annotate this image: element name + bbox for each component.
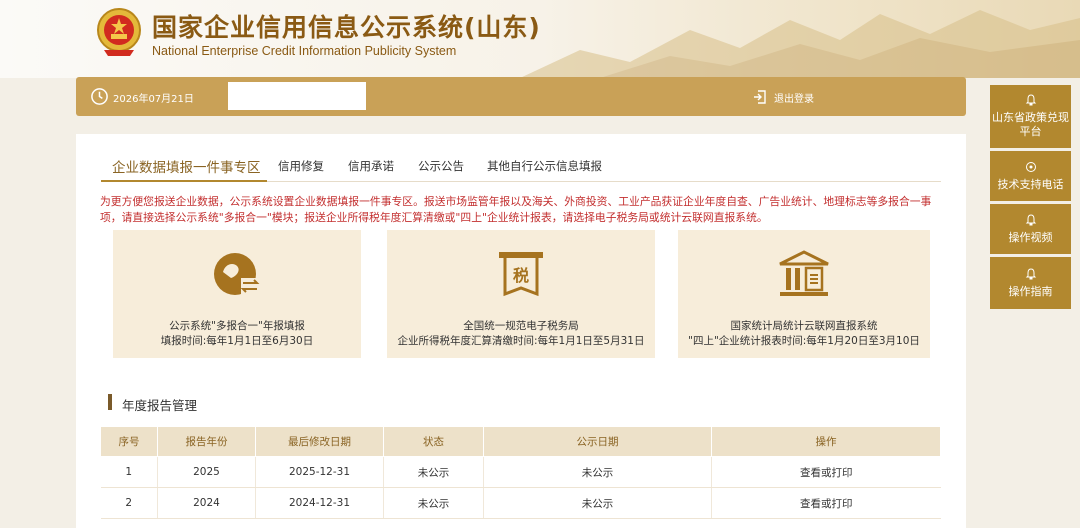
logout-button[interactable]: 退出登录	[752, 87, 814, 107]
annual-report-table: 序号 报告年份 最后修改日期 状态 公示日期 操作 1 2025 2025-12…	[100, 426, 941, 519]
bell-icon	[1025, 213, 1036, 225]
column-header: 状态	[383, 426, 484, 457]
publicity-date: 未公示	[483, 487, 712, 519]
publicity-date: 未公示	[483, 456, 712, 488]
card-statistics-system[interactable]: 国家统计局统计云联网直报系统 "四上"企业统计报表时间:每年1月20日至3月10…	[678, 230, 930, 358]
logout-icon	[754, 90, 766, 104]
tab-data-filing[interactable]: 企业数据填报一件事专区	[112, 156, 261, 176]
active-tab-indicator	[101, 180, 267, 182]
sidebar-item-video[interactable]: 操作视频	[990, 204, 1071, 254]
sidebar-item-support-phone[interactable]: 技术支持电话	[990, 151, 1071, 201]
building-icon	[779, 250, 829, 296]
user-info-box	[228, 82, 366, 110]
table-row: 1 2025 2025-12-31 未公示 未公示 查看或打印	[100, 456, 941, 488]
report-status: 未公示	[383, 456, 484, 488]
top-toolbar: 2026年07月21日 退出登录	[76, 77, 966, 116]
sidebar-item-label: 技术支持电话	[997, 177, 1064, 191]
table-header-row: 序号 报告年份 最后修改日期 状态 公示日期 操作	[100, 426, 941, 457]
tax-icon: 税	[499, 252, 543, 297]
sidebar-item-policy[interactable]: 山东省政策兑现平台	[990, 85, 1071, 148]
card-title: 国家统计局统计云联网直报系统	[730, 320, 878, 332]
view-print-link[interactable]: 查看或打印	[711, 456, 941, 488]
column-header: 序号	[100, 426, 158, 457]
row-index: 2	[100, 487, 158, 519]
tab-credit-repair[interactable]: 信用修复	[278, 158, 324, 174]
last-modified-date: 2024-12-31	[255, 487, 384, 519]
main-panel: 企业数据填报一件事专区 信用修复 信用承诺 公示公告 其他自行公示信息填报 为更…	[76, 134, 966, 528]
notice-text: 为更方便您报送企业数据，公示系统设置企业数据填报一件事专区。报送市场监管年报以及…	[100, 195, 932, 224]
column-header: 最后修改日期	[255, 426, 384, 457]
bell-icon	[1025, 267, 1036, 279]
clock-icon	[91, 88, 108, 105]
site-title: 国家企业信用信息公示系统(山东)	[152, 13, 541, 42]
exchange-icon	[214, 253, 261, 295]
section-title: 年度报告管理	[122, 398, 198, 413]
sidebar-item-guide[interactable]: 操作指南	[990, 257, 1071, 309]
logout-label: 退出登录	[774, 93, 814, 105]
current-date: 2026年07月21日	[113, 94, 194, 105]
column-header: 公示日期	[483, 426, 712, 457]
card-title: 全国统一规范电子税务局	[463, 320, 579, 332]
sidebar-item-label: 操作视频	[1008, 230, 1053, 244]
card-title: 公示系统"多报合一"年报填报	[169, 320, 305, 332]
card-time: 填报时间:每年1月1日至6月30日	[160, 335, 314, 347]
tax-icon-text: 税	[513, 266, 529, 285]
view-print-link[interactable]: 查看或打印	[711, 487, 941, 519]
card-time: 企业所得税年度汇算清缴时间:每年1月1日至5月31日	[397, 335, 645, 347]
last-modified-date: 2025-12-31	[255, 456, 384, 488]
sidebar-item-label: 操作指南	[1008, 284, 1053, 298]
column-header: 操作	[711, 426, 941, 457]
card-time: "四上"企业统计报表时间:每年1月20日至3月10日	[688, 335, 920, 347]
site-subtitle: National Enterprise Credit Information P…	[152, 44, 457, 58]
national-emblem-icon	[97, 8, 141, 56]
card-e-tax-bureau[interactable]: 税 全国统一规范电子税务局 企业所得税年度汇算清缴时间:每年1月1日至5月31日	[387, 230, 655, 358]
row-index: 1	[100, 456, 158, 488]
table-row: 2 2024 2024-12-31 未公示 未公示 查看或打印	[100, 487, 941, 519]
site-header: 国家企业信用信息公示系统(山东) National Enterprise Cre…	[0, 0, 1080, 78]
report-year: 2024	[157, 487, 256, 519]
sidebar-item-label: 山东省政策兑现平台	[992, 111, 1069, 138]
tab-announcement[interactable]: 公示公告	[418, 158, 464, 174]
report-status: 未公示	[383, 487, 484, 519]
card-multi-report[interactable]: 公示系统"多报合一"年报填报 填报时间:每年1月1日至6月30日	[113, 230, 361, 358]
mountain-decoration-icon	[520, 10, 1080, 78]
phone-icon	[1025, 161, 1036, 172]
bell-icon	[1025, 94, 1036, 106]
tab-bar: 企业数据填报一件事专区 信用修复 信用承诺 公示公告 其他自行公示信息填报	[76, 134, 966, 184]
column-header: 报告年份	[157, 426, 256, 457]
report-year: 2025	[157, 456, 256, 488]
tab-credit-commitment[interactable]: 信用承诺	[348, 158, 394, 174]
tab-other-disclosure[interactable]: 其他自行公示信息填报	[487, 158, 602, 174]
section-marker	[108, 394, 112, 410]
